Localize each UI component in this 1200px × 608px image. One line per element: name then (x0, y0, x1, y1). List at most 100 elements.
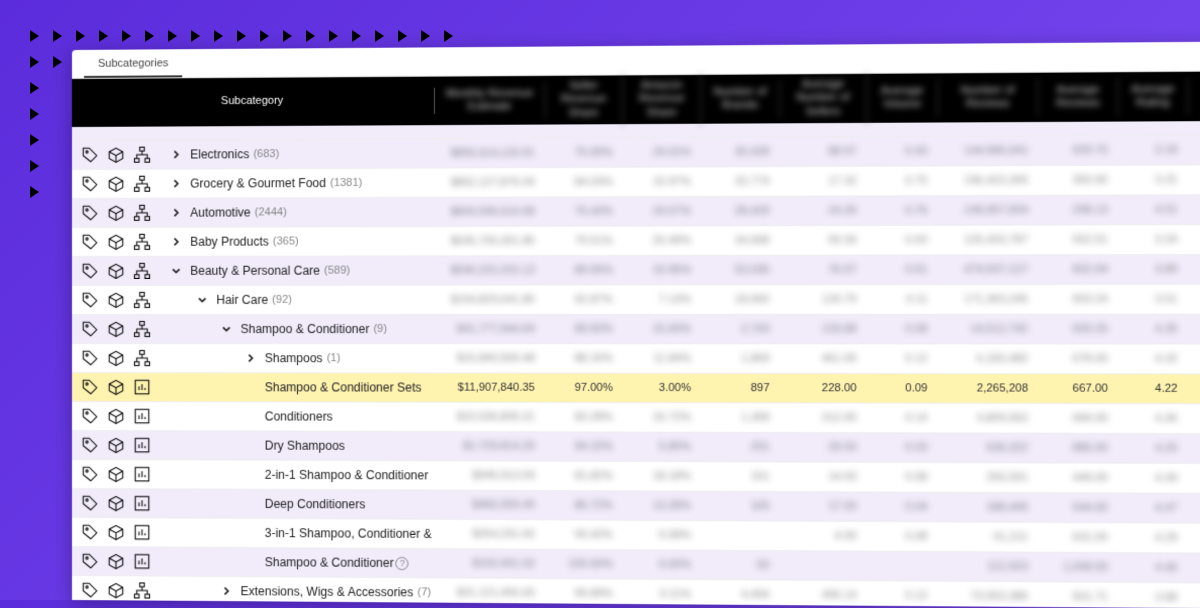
hierarchy-icon[interactable] (132, 203, 152, 223)
row-action-icons (72, 493, 164, 513)
box-icon[interactable] (106, 580, 126, 600)
chart-icon[interactable] (132, 464, 152, 484)
tag-icon[interactable] (80, 522, 100, 542)
hierarchy-icon[interactable] (132, 145, 152, 165)
header-num-brands[interactable]: Number of Brands (701, 79, 780, 119)
category-name-cell[interactable]: Shampoo & Conditioner? (164, 554, 435, 572)
category-name-cell[interactable]: Extensions, Wigs & Accessories(7) (164, 583, 435, 601)
chart-icon[interactable] (132, 551, 152, 571)
chevron-right-icon[interactable] (168, 146, 184, 162)
tag-icon[interactable] (80, 348, 100, 368)
table-row[interactable]: Shampoo & Conditioner Sets$11,907,840.35… (72, 373, 1200, 404)
category-name-cell[interactable]: Automotive(2444) (164, 204, 435, 221)
category-name-cell[interactable]: Electronics(683) (164, 145, 435, 162)
box-icon[interactable] (106, 261, 126, 281)
hierarchy-icon[interactable] (132, 232, 152, 252)
chevron-down-icon[interactable] (168, 263, 184, 279)
category-name-cell[interactable]: Shampoo & Conditioner Sets (164, 379, 435, 396)
box-icon[interactable] (106, 377, 126, 397)
box-icon[interactable] (106, 406, 126, 426)
box-icon[interactable] (106, 232, 126, 252)
table-row[interactable]: Hair Care(92)$154,829,641.8092.87%7.13%1… (72, 285, 1200, 315)
tag-icon[interactable] (80, 174, 100, 194)
tag-icon[interactable] (80, 377, 100, 397)
header-avg-sellers[interactable]: Average Number of Sellers (780, 72, 867, 125)
box-icon[interactable] (106, 174, 126, 194)
table-row[interactable]: Baby Products(365)$635,700,301.8579.51%2… (72, 225, 1200, 257)
category-name-cell[interactable]: Hair Care(92) (164, 292, 435, 308)
table-row[interactable]: Conditioners$10,536,805.0183.28%16.72%1,… (72, 402, 1200, 434)
box-icon[interactable] (106, 522, 126, 542)
hierarchy-icon[interactable] (132, 319, 152, 339)
chevron-down-icon[interactable] (194, 292, 210, 308)
hierarchy-icon[interactable] (132, 290, 152, 310)
header-avg-reviews[interactable]: Average Reviews (1039, 77, 1119, 117)
tag-icon[interactable] (80, 580, 100, 600)
chart-icon[interactable] (132, 493, 152, 513)
box-icon[interactable] (106, 319, 126, 339)
header-seller-share[interactable]: Seller Revenue Share (545, 74, 623, 127)
tag-icon[interactable] (80, 319, 100, 339)
category-name-cell[interactable]: Dry Shampoos (164, 437, 435, 454)
tag-icon[interactable] (80, 145, 100, 165)
category-name-cell[interactable]: Baby Products(365) (164, 233, 435, 250)
category-name-cell[interactable]: Shampoos(1) (164, 350, 435, 366)
tag-icon[interactable] (80, 261, 100, 281)
table-row[interactable]: Automotive(2444)$843,596,610.0875.43%24.… (72, 195, 1200, 228)
box-icon[interactable] (106, 551, 126, 571)
box-icon[interactable] (106, 493, 126, 513)
hierarchy-icon[interactable] (132, 174, 152, 194)
chevron-right-icon[interactable] (168, 176, 184, 192)
chevron-right-icon[interactable] (218, 583, 234, 599)
tab-subcategories[interactable]: Subcategories (84, 49, 183, 78)
table-row[interactable]: Dry Shampoos$1,729,814.2994.15%5.85%2012… (72, 431, 1200, 464)
category-name-cell[interactable]: 2-in-1 Shampoo & Conditioner (164, 466, 435, 483)
help-icon[interactable]: ? (396, 556, 409, 569)
tag-icon[interactable] (80, 290, 100, 310)
chevron-down-icon[interactable] (218, 321, 234, 337)
tag-icon[interactable] (80, 203, 100, 223)
tag-icon[interactable] (80, 406, 100, 426)
chevron-right-icon[interactable] (168, 234, 184, 250)
header-num-reviews[interactable]: Number of Reviews (938, 78, 1039, 118)
hierarchy-icon[interactable] (132, 261, 152, 281)
box-icon[interactable] (106, 203, 126, 223)
avg-sellers-cell: 29.00 (780, 441, 867, 454)
chart-icon[interactable] (132, 522, 152, 542)
header-monthly-revenue[interactable]: Monthly Revenue Estimate (435, 81, 545, 120)
table-row[interactable]: Shampoos(1)$15,840,569.4888.16%11.84%1,8… (72, 344, 1200, 374)
hierarchy-icon[interactable] (132, 580, 152, 600)
category-name-cell[interactable]: Grocery & Gourmet Food(1381) (164, 175, 435, 192)
header-avg-volume[interactable]: Average Volume (867, 78, 938, 118)
table-row[interactable]: Shampoo & Conditioner(9)$41,777,944.8489… (72, 315, 1200, 345)
tag-icon[interactable] (80, 232, 100, 252)
category-name-cell[interactable]: 3-in-1 Shampoo, Conditioner & Bo (164, 524, 435, 542)
box-icon[interactable] (106, 348, 126, 368)
header-subcategory[interactable]: Subcategory (72, 88, 435, 115)
box-icon[interactable] (106, 435, 126, 455)
hierarchy-icon[interactable] (132, 348, 152, 368)
tag-icon[interactable] (80, 464, 100, 484)
chevron-right-icon[interactable] (243, 350, 259, 366)
chevron-right-icon[interactable] (168, 205, 184, 221)
avg-rating-cell: 4.32 (1119, 353, 1189, 365)
table-row[interactable]: Electronics(683)$856,914,120.9175.99%24.… (72, 135, 1200, 170)
header-amazon-share[interactable]: Amazon Revenue Share (623, 73, 701, 126)
table-row[interactable]: Beauty & Personal Care(589)$596,231,015.… (72, 255, 1200, 286)
box-icon[interactable] (106, 145, 126, 165)
category-name-cell[interactable]: Conditioners (164, 408, 435, 425)
chart-icon[interactable] (132, 435, 152, 455)
category-name-cell[interactable]: Beauty & Personal Care(589) (164, 262, 435, 278)
num-brands-cell: 1,869 (701, 352, 780, 364)
category-name-cell[interactable]: Shampoo & Conditioner(9) (164, 321, 435, 337)
tag-icon[interactable] (80, 551, 100, 571)
category-name-cell[interactable]: Deep Conditioners (164, 495, 435, 512)
tag-icon[interactable] (80, 435, 100, 455)
header-avg-rating[interactable]: Average Rating (1119, 77, 1189, 117)
chart-icon[interactable] (132, 377, 152, 397)
tag-icon[interactable] (80, 493, 100, 513)
table-row[interactable]: Grocery & Gourmet Food(1381)$852,127,876… (72, 165, 1200, 199)
box-icon[interactable] (106, 290, 126, 310)
chart-icon[interactable] (132, 406, 152, 426)
box-icon[interactable] (106, 464, 126, 484)
